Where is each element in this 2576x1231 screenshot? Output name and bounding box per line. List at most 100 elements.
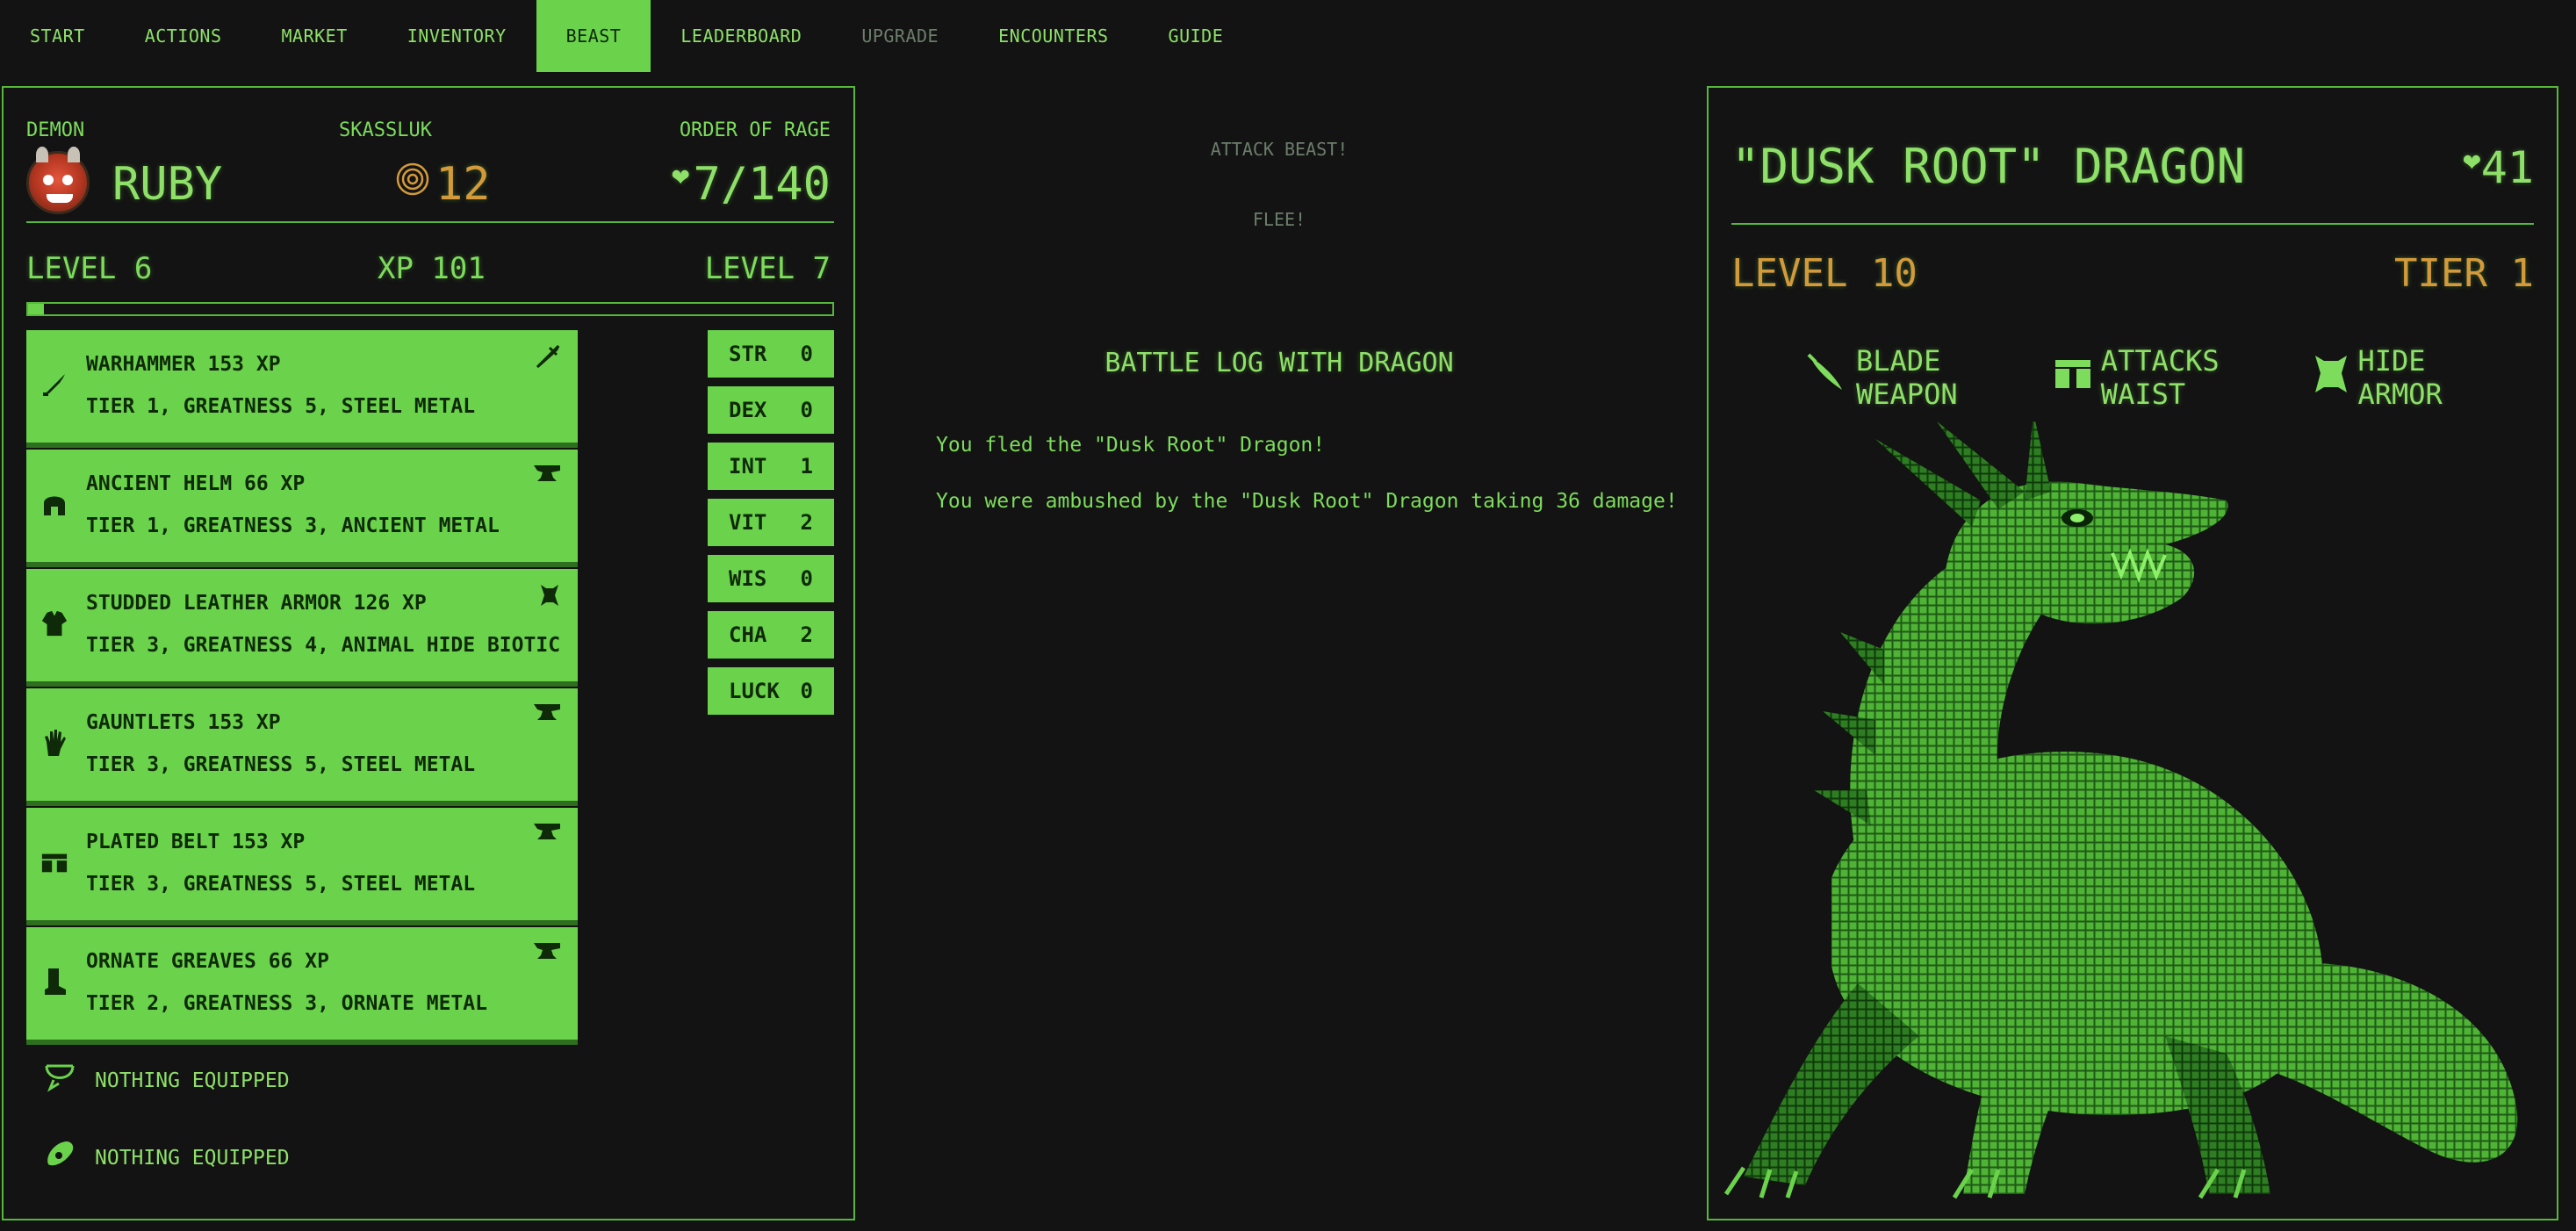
beast-health: ❤41 xyxy=(2463,142,2534,193)
stat-value: 2 xyxy=(800,623,813,647)
attribute-label: ATTACKS WAIST xyxy=(2100,344,2220,411)
heart-icon: ❤ xyxy=(671,158,690,193)
beast-name: "DUSK ROOT" DRAGON xyxy=(1731,139,2246,194)
empty-slot-neck[interactable]: NOTHING EQUIPPED xyxy=(42,1061,290,1100)
nav-beast[interactable]: BEAST xyxy=(536,0,651,72)
gear-desc: TIER 3, GREATNESS 5, STEEL METAL xyxy=(86,753,476,776)
xp-value: XP 101 xyxy=(378,251,486,286)
beast-level: LEVEL 10 xyxy=(1731,251,1918,296)
divider xyxy=(1731,223,2534,225)
gear-foot[interactable]: ORNATE GREAVES 66 XP TIER 2, GREATNESS 3… xyxy=(26,927,578,1040)
adventurer-realm: SKASSLUK xyxy=(339,119,432,141)
stat-wis: WIS 0 xyxy=(708,555,834,602)
stat-name: WIS xyxy=(729,566,767,591)
stat-name: VIT xyxy=(729,510,767,535)
gear-waist[interactable]: PLATED BELT 153 XP TIER 3, GREATNESS 5, … xyxy=(26,808,578,920)
necklace-icon xyxy=(42,1061,77,1100)
gloves-icon xyxy=(40,727,68,759)
heart-icon: ❤ xyxy=(2463,143,2481,178)
gear-desc: TIER 3, GREATNESS 5, STEEL METAL xyxy=(86,873,476,896)
empty-slot-label: NOTHING EQUIPPED xyxy=(95,1146,290,1170)
beast-attribute: ATTACKS WAIST xyxy=(2054,344,2297,411)
gold-value: 12 xyxy=(435,158,491,211)
stat-int: INT 1 xyxy=(708,443,834,490)
stat-str: STR 0 xyxy=(708,330,834,378)
nav-actions[interactable]: ACTIONS xyxy=(115,0,252,72)
beast-tier: TIER 1 xyxy=(2394,251,2534,296)
current-level: LEVEL 6 xyxy=(26,251,153,286)
stat-value: 0 xyxy=(800,398,813,422)
chest-icon xyxy=(40,608,68,639)
stat-value: 2 xyxy=(800,510,813,535)
anvil-icon[interactable] xyxy=(534,702,560,727)
beast-attribute: HIDE ARMOR xyxy=(2313,344,2508,411)
adventurer-name: RUBY xyxy=(112,158,223,211)
stat-name: INT xyxy=(729,454,767,479)
gear-title: PLATED BELT 153 XP xyxy=(86,831,306,853)
gear-title: WARHAMMER 153 XP xyxy=(86,353,281,376)
gear-title: ORNATE GREAVES 66 XP xyxy=(86,950,329,973)
nav-leaderboard[interactable]: LEADERBOARD xyxy=(651,0,831,72)
health-display: ❤ 7/140 xyxy=(672,158,831,211)
nav-market[interactable]: MARKET xyxy=(252,0,378,72)
gear-desc: TIER 2, GREATNESS 3, ORNATE METAL xyxy=(86,992,487,1015)
stat-dex: DEX 0 xyxy=(708,386,834,434)
waist-icon xyxy=(2054,356,2092,399)
top-nav: START ACTIONS MARKET INVENTORY BEAST LEA… xyxy=(0,0,1229,72)
blade-icon xyxy=(1805,353,1847,402)
dragon-image xyxy=(1709,413,2557,1219)
stat-value: 0 xyxy=(800,679,813,703)
anvil-icon[interactable] xyxy=(534,941,560,966)
battle-log-title: BATTLE LOG WITH DRAGON xyxy=(1105,348,1454,378)
adventurer-class: DEMON xyxy=(26,119,85,141)
gear-title: ANCIENT HELM 66 XP xyxy=(86,472,306,495)
belt-icon xyxy=(40,846,68,878)
empty-slot-ring[interactable]: NOTHING EQUIPPED xyxy=(42,1138,290,1177)
beast-health-value: 41 xyxy=(2480,142,2534,193)
hide-armor-icon xyxy=(2313,354,2349,401)
nav-upgrade[interactable]: UPGRADE xyxy=(831,0,968,72)
nav-encounters[interactable]: ENCOUNTERS xyxy=(968,0,1138,72)
nav-start[interactable]: START xyxy=(0,0,115,72)
avatar xyxy=(26,147,90,214)
gear-desc: TIER 3, GREATNESS 4, ANIMAL HIDE BIOTIC xyxy=(86,634,561,657)
empty-slot-label: NOTHING EQUIPPED xyxy=(95,1069,290,1092)
attribute-label: HIDE ARMOR xyxy=(2357,344,2443,411)
sword-upgrade-icon[interactable] xyxy=(536,344,560,374)
weapon-icon xyxy=(40,369,68,400)
beast-attribute: BLADE WEAPON xyxy=(1805,344,2036,411)
anvil-icon[interactable] xyxy=(534,464,560,488)
stat-name: DEX xyxy=(729,398,767,422)
gear-title: GAUNTLETS 153 XP xyxy=(86,711,281,734)
stat-value: 0 xyxy=(800,566,813,591)
attack-beast-button[interactable]: ATTACK BEAST! xyxy=(878,139,1680,160)
beast-attributes: BLADE WEAPON ATTACKS WAIST HIDE ARMOR xyxy=(1805,344,2508,411)
anvil-icon[interactable] xyxy=(534,822,560,846)
nav-guide[interactable]: GUIDE xyxy=(1139,0,1254,72)
adventurer-order: ORDER OF RAGE xyxy=(679,119,831,141)
gear-weapon[interactable]: WARHAMMER 153 XP TIER 1, GREATNESS 5, ST… xyxy=(26,330,578,443)
health-value: 7/140 xyxy=(693,158,831,211)
beast-panel: "DUSK ROOT" DRAGON ❤41 LEVEL 10 TIER 1 B… xyxy=(1707,86,2558,1220)
helm-icon xyxy=(40,488,68,520)
next-level: LEVEL 7 xyxy=(704,251,831,286)
gear-hand[interactable]: GAUNTLETS 153 XP TIER 3, GREATNESS 5, ST… xyxy=(26,688,578,801)
boots-icon xyxy=(40,966,68,997)
ring-icon xyxy=(42,1138,77,1177)
attribute-label: BLADE WEAPON xyxy=(1856,344,1958,411)
battle-log-line: You were ambushed by the "Dusk Root" Dra… xyxy=(936,490,1678,513)
flee-button[interactable]: FLEE! xyxy=(878,209,1680,230)
stat-value: 1 xyxy=(800,454,813,479)
gear-desc: TIER 1, GREATNESS 5, STEEL METAL xyxy=(86,395,476,418)
divider xyxy=(26,221,834,223)
stat-value: 0 xyxy=(800,342,813,366)
gear-title: STUDDED LEATHER ARMOR 126 XP xyxy=(86,592,427,615)
gear-chest[interactable]: STUDDED LEATHER ARMOR 126 XP TIER 3, GRE… xyxy=(26,569,578,681)
gear-desc: TIER 1, GREATNESS 3, ANCIENT METAL xyxy=(86,515,500,537)
nav-inventory[interactable]: INVENTORY xyxy=(378,0,536,72)
xp-progress-fill xyxy=(28,304,45,314)
stat-luck: LUCK 0 xyxy=(708,667,834,715)
gear-head[interactable]: ANCIENT HELM 66 XP TIER 1, GREATNESS 3, … xyxy=(26,450,578,562)
gold-icon xyxy=(395,162,430,197)
hide-icon[interactable] xyxy=(539,583,560,613)
